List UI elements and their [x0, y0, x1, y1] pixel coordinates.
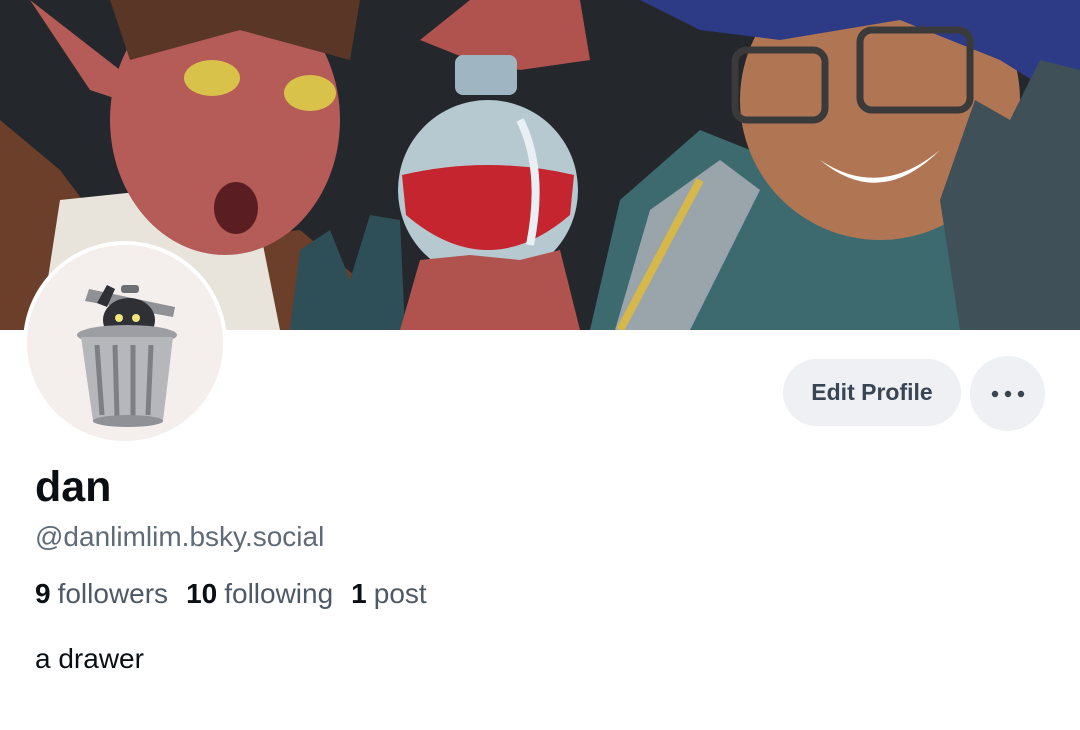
followers-label: followers	[57, 578, 169, 609]
followers-count: 9	[35, 578, 51, 609]
profile-stats: 9 followers 10 following 1 post	[35, 576, 427, 612]
following-label: following	[224, 578, 334, 609]
avatar-image	[27, 245, 223, 441]
display-name: dan	[35, 463, 112, 511]
edit-profile-button[interactable]: Edit Profile	[783, 359, 961, 426]
following-count: 10	[186, 578, 218, 609]
avatar[interactable]	[23, 241, 227, 445]
trash-can-creature-icon	[27, 245, 223, 441]
handle[interactable]: @danlimlim.bsky.social	[35, 519, 324, 555]
edit-profile-label: Edit Profile	[811, 379, 933, 405]
followers-link[interactable]: 9 followers	[35, 576, 168, 612]
posts-count: 1	[351, 578, 367, 609]
ellipsis-horizontal-icon	[991, 390, 1024, 397]
posts-stat: 1 post	[351, 576, 427, 612]
profile-bio: a drawer	[35, 643, 144, 674]
following-link[interactable]: 10 following	[186, 576, 333, 612]
posts-label: post	[373, 578, 427, 609]
more-options-button[interactable]	[970, 356, 1045, 431]
profile-page: Edit Profile dan @danlimlim.bsky.social …	[0, 0, 1080, 730]
